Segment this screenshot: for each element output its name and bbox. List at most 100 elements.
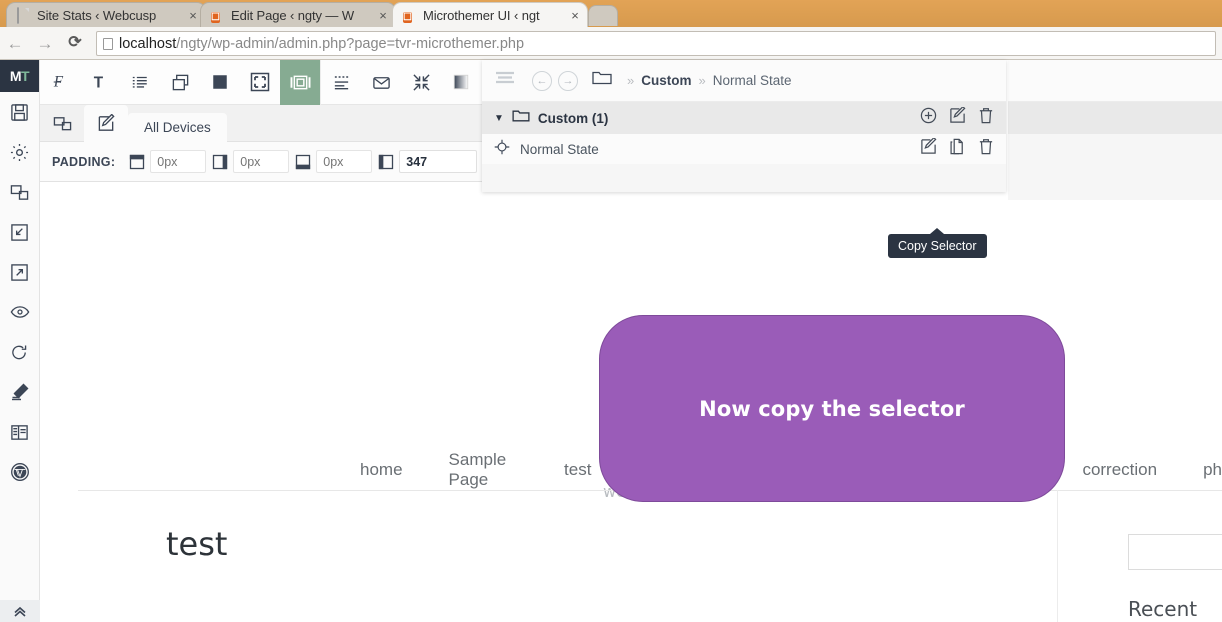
callout-text: Now copy the selector — [699, 396, 965, 421]
selector-panel-footer — [482, 164, 1006, 192]
close-icon[interactable]: × — [377, 8, 389, 23]
add-selector-icon[interactable] — [920, 107, 937, 129]
save-icon[interactable] — [0, 92, 39, 132]
padding-bottom-group — [295, 150, 373, 173]
chevron-down-icon[interactable]: ▼ — [494, 113, 504, 124]
copy-selector-icon[interactable] — [949, 138, 966, 160]
browser-chrome: Site Stats ‹ Webcusp × ☐ Edit Page ‹ ngt… — [0, 0, 1222, 60]
text-icon[interactable]: T — [80, 60, 120, 105]
collapse-arrows-icon[interactable] — [401, 60, 441, 105]
microthemer-logo: MT — [0, 60, 39, 92]
selector-forward-icon[interactable]: → — [558, 70, 578, 91]
spacing-icon[interactable] — [321, 60, 361, 105]
page-info-icon[interactable] — [103, 37, 113, 50]
eraser-icon[interactable] — [0, 372, 39, 412]
preview-eye-icon[interactable] — [0, 292, 39, 332]
breadcrumb-separator: » — [698, 73, 706, 88]
copy-selector-tooltip: Copy Selector — [888, 228, 987, 258]
edit-folder-icon[interactable] — [949, 105, 966, 129]
browser-tab-3[interactable]: ☐ Microthemer UI ‹ ngt × — [392, 2, 588, 27]
logo-m: M — [9, 68, 22, 84]
padding-right-group — [212, 150, 290, 173]
instruction-callout: Now copy the selector — [599, 315, 1065, 502]
folder-row-actions — [920, 105, 994, 129]
nav-item-correction[interactable]: correction — [1082, 460, 1157, 480]
tab-title: Edit Page ‹ ngty — W — [231, 7, 354, 23]
wordpress-icon[interactable] — [0, 452, 39, 492]
url-bar-row: ← → ⟳ localhost/ngty/wp-admin/admin.php?… — [0, 27, 1222, 60]
gear-icon[interactable] — [0, 132, 39, 172]
fullscreen-icon[interactable] — [240, 60, 280, 105]
layout-icon[interactable] — [0, 412, 39, 452]
close-icon[interactable]: × — [569, 8, 581, 23]
secondary-panel-band — [1008, 102, 1222, 134]
folder-row[interactable]: ▼ Custom (1) — [482, 102, 1006, 134]
breadcrumb-folder[interactable]: Custom — [641, 73, 691, 88]
folder-icon[interactable] — [592, 70, 612, 91]
new-tab-button[interactable] — [588, 5, 618, 26]
page-title: test — [166, 525, 228, 563]
url-host: localhost — [119, 35, 177, 52]
list-icon[interactable] — [120, 60, 160, 105]
secondary-panel — [1008, 60, 1222, 200]
nav-item-sample-page[interactable]: Sample Page — [449, 450, 519, 490]
breadcrumb-state[interactable]: Normal State — [713, 73, 792, 88]
tab-title: Site Stats ‹ Webcusp — [37, 7, 157, 23]
delete-folder-icon[interactable] — [978, 107, 994, 129]
forward-icon[interactable]: → — [30, 35, 60, 52]
close-icon[interactable]: × — [187, 8, 199, 23]
pencil-square-icon[interactable] — [84, 104, 128, 142]
browser-tab-2[interactable]: ☐ Edit Page ‹ ngty — W × — [200, 2, 396, 27]
padding-left-group — [378, 150, 478, 173]
logo-t: T — [21, 68, 30, 84]
edit-selector-icon[interactable] — [920, 136, 937, 160]
left-icon-rail: MT — [0, 60, 40, 622]
padding-left-input[interactable] — [399, 150, 478, 173]
export-icon[interactable] — [0, 252, 39, 292]
nav-item-test[interactable]: test — [564, 460, 591, 480]
menu-icon[interactable] — [494, 71, 516, 90]
device-toolbar: All Devices — [40, 104, 482, 142]
nav-item-home[interactable]: home — [360, 460, 403, 480]
padding-top-icon — [129, 154, 145, 170]
responsive-icon[interactable] — [0, 172, 39, 212]
document-icon — [17, 7, 31, 24]
folder-icon — [512, 109, 530, 128]
padding-right-input[interactable] — [233, 150, 290, 173]
padding-right-icon — [212, 154, 228, 170]
layers-icon[interactable] — [160, 60, 200, 105]
padding-label: PADDING: — [52, 154, 116, 169]
padding-controls: PADDING: — [40, 142, 482, 182]
font-icon[interactable]: F — [40, 60, 80, 105]
devices-icon[interactable] — [40, 105, 84, 142]
content-sidebar-divider — [1057, 490, 1058, 622]
selector-row[interactable]: Normal State — [482, 134, 1006, 164]
browser-tab-1[interactable]: Site Stats ‹ Webcusp × — [6, 2, 206, 27]
collapse-rail-button[interactable] — [0, 600, 40, 622]
tab-all-devices[interactable]: All Devices — [128, 112, 227, 142]
nav-item-ph[interactable]: ph — [1203, 460, 1222, 480]
style-toolbar: F T — [40, 59, 482, 105]
padding-top-input[interactable] — [150, 150, 207, 173]
background-icon[interactable] — [200, 60, 240, 105]
refresh-icon[interactable] — [0, 332, 39, 372]
border-icon[interactable] — [280, 59, 320, 105]
svg-text:T: T — [94, 74, 104, 91]
search-input[interactable] — [1128, 534, 1222, 570]
tab-title: Microthemer UI ‹ ngt — [423, 7, 540, 23]
back-icon[interactable]: ← — [0, 35, 30, 52]
secondary-panel-header — [1008, 60, 1222, 102]
secondary-panel-body — [1008, 134, 1222, 200]
padding-bottom-input[interactable] — [316, 150, 373, 173]
address-bar[interactable]: localhost/ngty/wp-admin/admin.php?page=t… — [96, 31, 1216, 56]
inbox-icon[interactable] — [361, 60, 401, 105]
wordpress-icon: ☐ — [211, 12, 220, 23]
selector-back-icon[interactable]: ← — [532, 70, 552, 91]
reload-icon[interactable]: ⟳ — [60, 35, 90, 51]
import-icon[interactable] — [0, 212, 39, 252]
url-text: localhost/ngty/wp-admin/admin.php?page=t… — [119, 36, 524, 52]
gradient-icon[interactable] — [441, 60, 481, 105]
breadcrumb-separator: » — [627, 73, 635, 88]
tab-all-devices-label: All Devices — [144, 119, 211, 135]
delete-selector-icon[interactable] — [978, 138, 994, 160]
